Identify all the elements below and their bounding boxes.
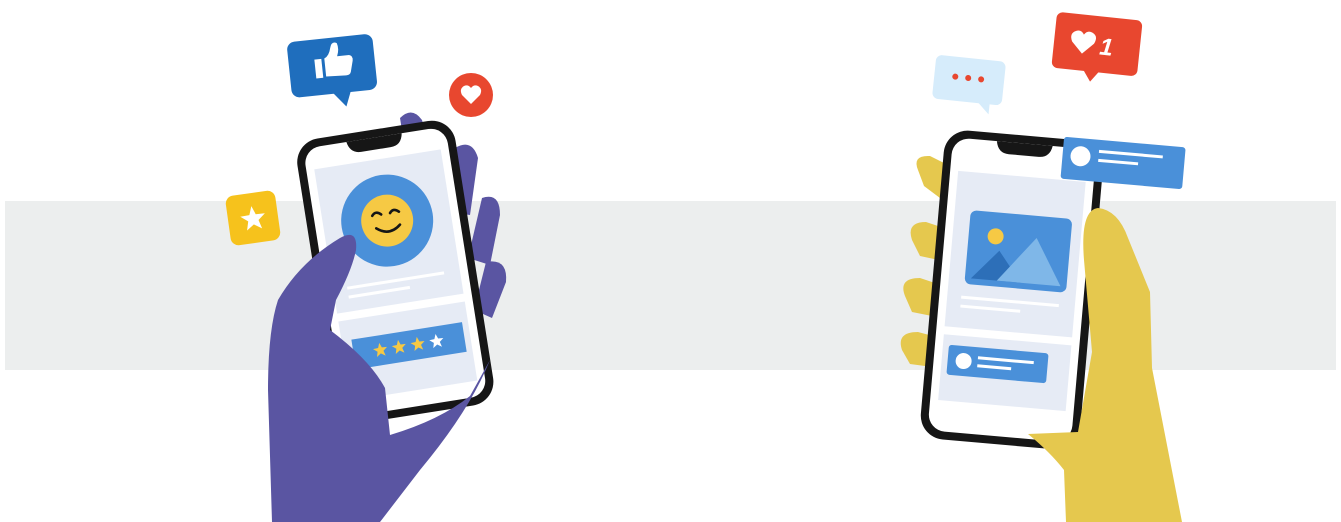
heart-icon: 1	[1051, 12, 1143, 82]
image-icon	[964, 210, 1072, 293]
like-count: 1	[1098, 33, 1114, 61]
social-media-phones-illustration: 1	[5, 12, 1336, 522]
star-icon	[225, 190, 281, 246]
heart-icon	[449, 73, 493, 117]
ellipsis-icon	[932, 55, 1006, 115]
illustration: 1	[0, 0, 1341, 522]
thumbs-up-icon	[287, 34, 377, 107]
